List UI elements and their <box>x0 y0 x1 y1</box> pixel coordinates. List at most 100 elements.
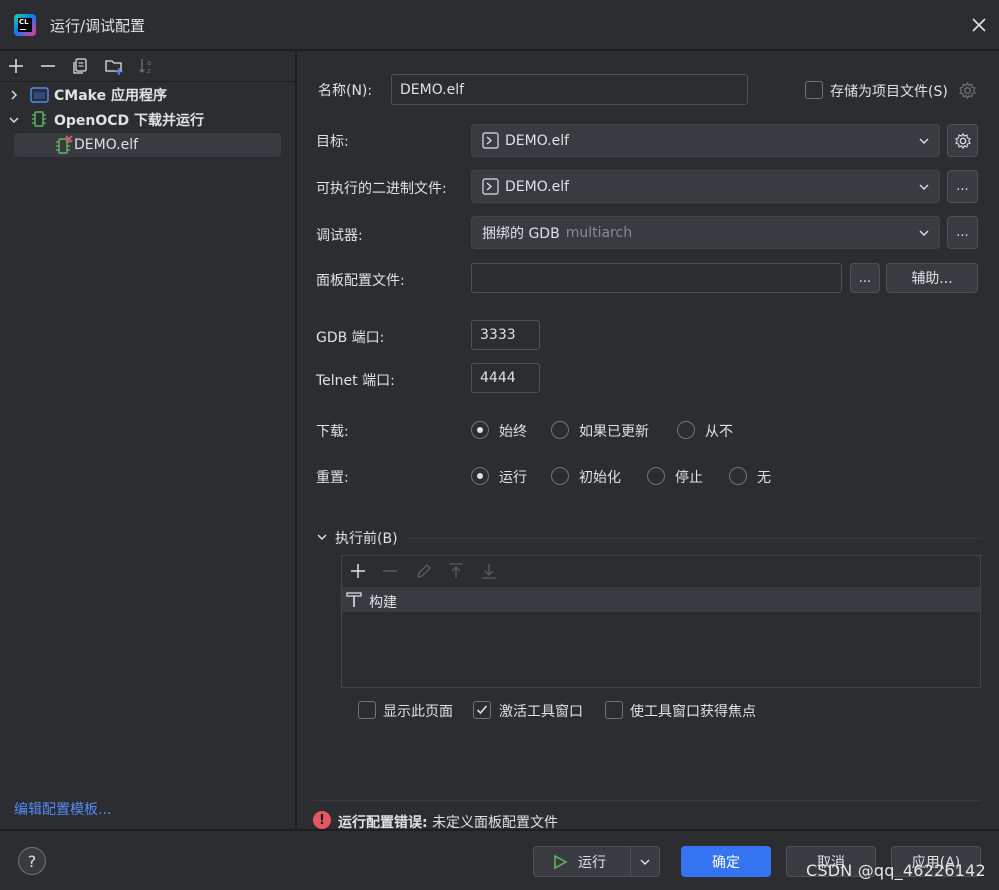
debugger-browse-button[interactable]: ... <box>947 216 978 249</box>
debugger-value: 捆绑的 GDB <box>482 225 560 242</box>
reset-none-radio[interactable] <box>729 467 747 485</box>
chip-error-icon <box>56 135 73 154</box>
tree-toolbar-divider <box>0 81 296 82</box>
edit-icon[interactable] <box>414 561 434 581</box>
remove-icon[interactable] <box>380 561 400 581</box>
reset-halt-label: 停止 <box>675 470 703 486</box>
svg-text:a: a <box>147 59 151 67</box>
gdb-port-input[interactable]: 3333 <box>471 320 540 350</box>
title-bar <box>0 0 999 50</box>
debugger-label: 调试器: <box>316 228 363 244</box>
config-tree-panel <box>0 51 296 829</box>
reset-init-label: 初始化 <box>579 470 621 486</box>
hammer-icon <box>346 592 362 607</box>
debugger-hint: multiarch <box>565 224 633 241</box>
reset-halt-radio[interactable] <box>647 467 665 485</box>
reset-none-label: 无 <box>757 470 771 486</box>
close-icon[interactable] <box>968 14 990 36</box>
before-launch-title[interactable]: 执行前(B) <box>335 528 398 548</box>
move-down-icon[interactable] <box>479 561 499 581</box>
target-value: DEMO.elf <box>505 132 570 149</box>
activate-tool-window-checkbox[interactable] <box>473 701 491 719</box>
board-config-input[interactable] <box>471 263 842 293</box>
download-if-updated-radio[interactable] <box>551 421 569 439</box>
board-config-label: 面板配置文件: <box>316 273 405 289</box>
tree-item-cmake[interactable]: CMake 应用程序 <box>54 83 167 107</box>
tree-item-openocd[interactable]: OpenOCD 下载并运行 <box>54 108 204 132</box>
reset-run-label: 运行 <box>499 470 527 486</box>
error-message: 运行配置错误: 未定义面板配置文件 <box>338 812 558 832</box>
clion-logo-icon: CL <box>14 14 36 36</box>
show-this-page-label: 显示此页面 <box>383 704 453 720</box>
download-never-label: 从不 <box>705 424 733 440</box>
error-icon: ! <box>313 811 331 829</box>
svg-text:z: z <box>147 67 151 75</box>
download-always-label: 始终 <box>499 424 527 440</box>
chevron-right-icon[interactable] <box>8 89 20 101</box>
target-settings-button[interactable] <box>947 124 978 157</box>
window-title: 运行/调试配置 <box>50 17 146 35</box>
gear-icon[interactable] <box>958 81 977 100</box>
run-config-icon <box>482 132 499 149</box>
before-launch-list <box>341 555 981 688</box>
add-icon[interactable] <box>348 561 368 581</box>
copy-icon[interactable] <box>70 56 90 76</box>
debugger-select[interactable]: 捆绑的 GDB multiarch <box>471 216 940 249</box>
error-divider <box>313 800 981 801</box>
chevron-down-icon[interactable] <box>639 857 651 867</box>
telnet-port-input[interactable]: 4444 <box>471 363 540 393</box>
executable-label: 可执行的二进制文件: <box>316 181 447 197</box>
move-up-icon[interactable] <box>446 561 466 581</box>
executable-value: DEMO.elf <box>505 178 570 195</box>
show-this-page-checkbox[interactable] <box>358 701 376 719</box>
edit-templates-link[interactable]: 编辑配置模板... <box>14 799 111 819</box>
reset-label: 重置: <box>316 470 349 486</box>
store-as-project-file-label: 存储为项目文件(S) <box>830 84 948 100</box>
executable-select[interactable]: DEMO.elf <box>471 170 940 203</box>
executable-browse-button[interactable]: ... <box>947 170 978 203</box>
section-divider <box>406 538 981 539</box>
store-as-project-file-checkbox[interactable] <box>805 81 823 99</box>
download-never-radio[interactable] <box>677 421 695 439</box>
new-folder-icon[interactable] <box>104 56 124 76</box>
focus-tool-window-label: 使工具窗口获得焦点 <box>630 704 756 720</box>
run-label: 运行 <box>578 854 606 871</box>
ok-button[interactable]: 确定 <box>681 846 771 877</box>
chip-icon <box>32 111 46 127</box>
gdb-port-label: GDB 端口: <box>316 330 385 346</box>
reset-run-radio[interactable] <box>471 467 489 485</box>
telnet-port-label: Telnet 端口: <box>316 373 395 389</box>
sort-icon[interactable]: a z <box>137 56 157 76</box>
download-label: 下载: <box>316 424 349 440</box>
assist-button[interactable]: 辅助... <box>886 263 978 293</box>
focus-tool-window-checkbox[interactable] <box>605 701 623 719</box>
board-config-browse-button[interactable]: ... <box>850 263 880 293</box>
reset-init-radio[interactable] <box>551 467 569 485</box>
name-label: 名称(N): <box>318 83 373 99</box>
chevron-down-icon <box>919 230 929 236</box>
chevron-down-icon[interactable] <box>8 114 20 126</box>
help-button[interactable]: ? <box>18 847 46 875</box>
remove-icon[interactable] <box>38 56 58 76</box>
list-item[interactable] <box>342 587 980 612</box>
gear-icon <box>954 132 971 149</box>
activate-tool-window-label: 激活工具窗口 <box>499 704 583 720</box>
name-input[interactable]: DEMO.elf <box>391 74 748 105</box>
run-split-button[interactable]: 运行 <box>533 846 660 877</box>
run-config-icon <box>482 178 499 195</box>
download-always-radio[interactable] <box>471 421 489 439</box>
error-text: 未定义面板配置文件 <box>432 815 559 831</box>
chevron-down-icon <box>919 184 929 190</box>
error-prefix: 运行配置错误: <box>338 815 428 831</box>
target-label: 目标: <box>316 134 349 150</box>
tree-item-demo-elf[interactable]: DEMO.elf <box>74 133 138 157</box>
build-task-label: 构建 <box>369 595 397 611</box>
checkmark-icon <box>476 705 488 715</box>
add-icon[interactable] <box>6 56 26 76</box>
watermark-text: CSDN @qq_46226142 <box>806 861 986 880</box>
target-select[interactable]: DEMO.elf <box>471 124 940 157</box>
chevron-down-icon <box>919 138 929 144</box>
cmake-app-icon <box>30 87 49 103</box>
download-if-updated-label: 如果已更新 <box>579 424 649 440</box>
chevron-down-icon[interactable] <box>316 531 328 543</box>
